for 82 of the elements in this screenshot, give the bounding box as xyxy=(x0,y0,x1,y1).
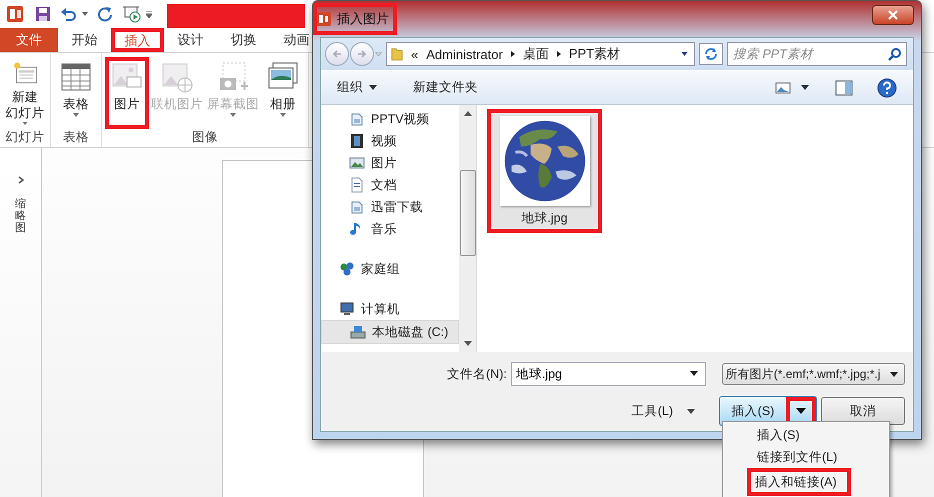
scroll-up-icon[interactable] xyxy=(464,111,472,116)
drive-icon xyxy=(350,324,366,340)
powerpoint-logo-icon xyxy=(316,11,332,27)
computer-icon xyxy=(339,301,355,317)
scrollbar[interactable] xyxy=(459,105,476,352)
close-button[interactable] xyxy=(872,5,914,25)
pane-label: 缩略图 xyxy=(15,198,26,234)
breadcrumb-item[interactable]: Administrator xyxy=(426,46,503,62)
refresh-button[interactable] xyxy=(699,43,723,65)
network-icon xyxy=(339,261,355,277)
menu-item[interactable]: 插入(S) xyxy=(723,424,889,446)
toolbar-button[interactable]: 组织 xyxy=(337,79,377,96)
powerpoint-logo-icon xyxy=(6,4,26,24)
film-icon xyxy=(349,133,365,149)
close-icon xyxy=(888,10,898,20)
forward-arrow-icon xyxy=(357,49,367,59)
window-title: 插入图片 xyxy=(337,10,389,28)
refresh-icon xyxy=(704,47,718,61)
search-icon xyxy=(888,47,902,61)
view-options-icon[interactable] xyxy=(775,80,791,94)
table-icon xyxy=(60,61,92,93)
search-field[interactable]: 搜索 PPT素材 xyxy=(727,42,907,66)
library-icon xyxy=(349,199,365,215)
scroll-down-icon[interactable] xyxy=(464,341,472,346)
group-label: 幻灯片 xyxy=(6,129,44,146)
ribbon-button[interactable]: 图片 xyxy=(105,57,149,129)
nav-item[interactable]: PPTV视频 xyxy=(321,108,459,130)
breadcrumb-item[interactable]: 桌面 xyxy=(522,45,549,63)
group-label: 图像 xyxy=(192,129,218,146)
slideshow-icon[interactable] xyxy=(122,5,142,23)
tools-button[interactable]: 工具(L) xyxy=(632,402,695,420)
toolbar-button[interactable]: 新建文件夹 xyxy=(413,79,478,96)
chevron-icon[interactable] xyxy=(510,51,515,57)
nav-item[interactable]: 音乐 xyxy=(321,218,459,240)
undo-icon[interactable] xyxy=(60,6,78,22)
nav-item[interactable]: 视频 xyxy=(321,130,459,152)
caret-icon[interactable] xyxy=(681,52,688,56)
file-type-dropdown[interactable]: 所有图片(*.emf;*.wmf;*.jpg;*.j xyxy=(722,363,905,385)
ribbon-button[interactable]: 新建 幻灯片 xyxy=(3,57,47,129)
filename-field[interactable]: 地球.jpg xyxy=(510,362,706,386)
breadcrumb-overflow[interactable]: « xyxy=(411,46,418,62)
file-tab[interactable]: 文件 xyxy=(0,28,58,52)
ribbon-button[interactable]: 表格 xyxy=(54,57,98,129)
group-label: 表格 xyxy=(63,129,89,146)
breadcrumb-item[interactable]: PPT素材 xyxy=(568,45,620,63)
ribbon-tab[interactable]: 切换 xyxy=(217,28,270,52)
caret-icon[interactable] xyxy=(690,371,698,376)
ribbon-tab[interactable]: 插入 xyxy=(111,28,164,52)
ribbon-button[interactable]: 相册 xyxy=(261,57,305,129)
folder-icon xyxy=(391,46,403,62)
caret-icon[interactable] xyxy=(801,85,809,90)
ribbon-tab[interactable]: 开始 xyxy=(58,28,111,52)
caret-icon xyxy=(687,408,695,414)
back-arrow-icon xyxy=(332,49,342,59)
nav-item[interactable]: 本地磁盘 (C:) xyxy=(321,320,459,344)
preview-pane-icon[interactable] xyxy=(835,80,853,96)
file-item[interactable]: 地球.jpg xyxy=(487,109,602,233)
menu-item[interactable]: 插入和链接(A) xyxy=(747,468,851,496)
save-icon[interactable] xyxy=(35,6,51,22)
camera-icon xyxy=(217,61,249,93)
customize-menu-icon[interactable] xyxy=(146,10,152,18)
address-bar[interactable]: « Administrator 桌面 PPT素材 xyxy=(386,42,695,66)
help-icon[interactable] xyxy=(877,78,897,98)
nav-item[interactable]: 文档 xyxy=(321,174,459,196)
caret-icon xyxy=(796,408,806,414)
nav-item[interactable]: 迅雷下载 xyxy=(321,196,459,218)
library-icon xyxy=(349,111,365,127)
document-icon xyxy=(349,177,365,193)
expand-chevron-icon[interactable] xyxy=(18,176,24,184)
menu-item[interactable]: 链接到文件(L) xyxy=(723,446,889,468)
ribbon-tab[interactable]: 动画 xyxy=(270,28,323,52)
ribbon-tab[interactable]: 设计 xyxy=(164,28,217,52)
caret-icon xyxy=(890,372,898,376)
scroll-thumb[interactable] xyxy=(460,170,476,256)
globe-picture-icon xyxy=(161,61,193,93)
redo-icon[interactable] xyxy=(97,6,113,22)
nav-item[interactable]: 图片 xyxy=(321,152,459,174)
nav-item[interactable]: 家庭组 xyxy=(321,258,459,280)
chevron-icon[interactable] xyxy=(556,51,561,57)
field-label: 文件名(N): xyxy=(447,366,507,382)
nav-item[interactable]: 计算机 xyxy=(321,298,459,320)
landscape-icon xyxy=(349,155,365,171)
